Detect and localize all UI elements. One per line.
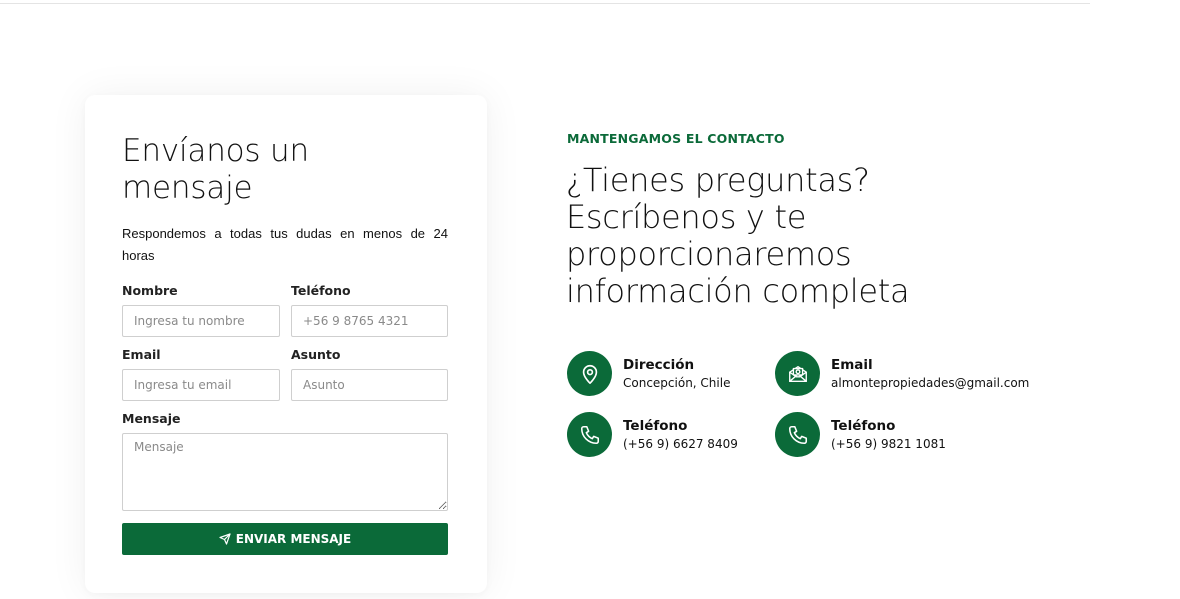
contact-value: Concepción, Chile [623,375,731,390]
contact-form-card: Envíanos un mensaje Respondemos a todas … [85,95,487,593]
envelope-icon [775,351,820,396]
contact-item-phone-2: Teléfono (+56 9) 9821 1081 [775,412,946,457]
subject-input[interactable] [291,369,448,401]
send-message-button[interactable]: ENVIAR MENSAJE [122,523,448,555]
phone-input[interactable] [291,305,448,337]
form-title: Envíanos un mensaje [122,133,309,206]
contact-item-email: Email almontepropiedades@gmail.com [775,351,1029,396]
form-subtitle: Respondemos a todas tus dudas en menos d… [122,226,448,263]
phone-label: Teléfono [291,283,351,298]
contact-eyebrow: MANTENGAMOS EL CONTACTO [567,131,785,146]
phone-icon [567,412,612,457]
contact-value[interactable]: (+56 9) 6627 8409 [623,436,738,453]
message-textarea[interactable] [122,433,448,511]
name-label: Nombre [122,283,178,298]
message-label: Mensaje [122,411,181,426]
name-input[interactable] [122,305,280,337]
contact-value[interactable]: almontepropiedades@gmail.com [831,375,1029,392]
paper-plane-icon [219,533,231,545]
contact-title: Email [831,356,873,373]
contact-value[interactable]: (+56 9) 9821 1081 [831,436,946,453]
contact-title: Teléfono [623,417,688,434]
subject-label: Asunto [291,347,341,362]
top-divider [0,3,1090,4]
location-pin-icon [567,351,612,396]
contact-headline: ¿Tienes preguntas? Escríbenos y te propo… [566,161,910,310]
phone-icon [775,412,820,457]
contact-item-address: Dirección Concepción, Chile [567,351,730,396]
contact-title: Teléfono [831,417,896,434]
contact-title: Dirección [623,356,695,373]
send-message-label: ENVIAR MENSAJE [235,532,352,546]
contact-item-phone-1: Teléfono (+56 9) 6627 8409 [567,412,738,457]
email-label: Email [122,347,161,362]
email-input[interactable] [122,369,280,401]
